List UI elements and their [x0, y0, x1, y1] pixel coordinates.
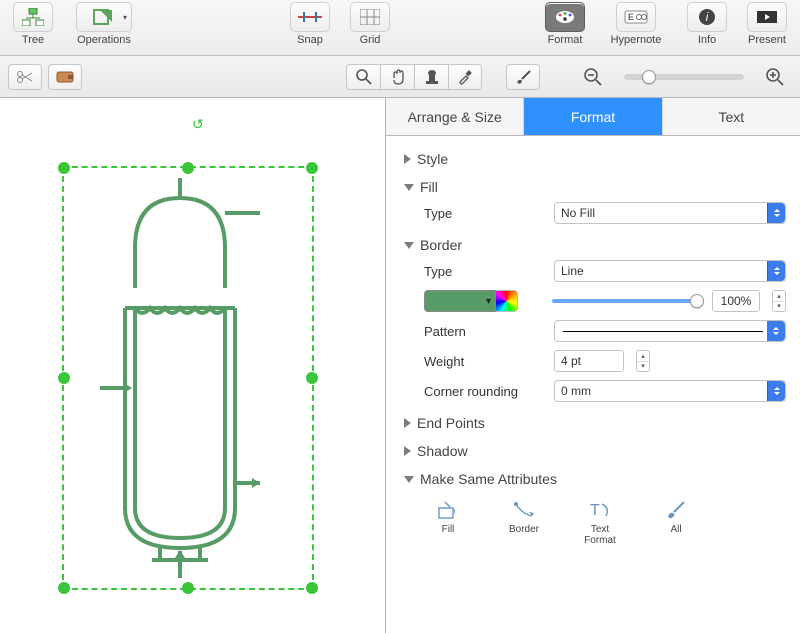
format-toolbar-label: Format	[548, 34, 583, 46]
weight-label: Weight	[424, 354, 544, 369]
pen-icon	[510, 498, 538, 522]
zoom-in-button[interactable]	[758, 64, 792, 90]
border-type-label: Type	[424, 264, 544, 279]
tool-row	[0, 56, 800, 98]
selection-handle[interactable]	[306, 372, 318, 384]
grid-button[interactable]: Grid	[345, 2, 395, 46]
tree-label: Tree	[22, 34, 44, 46]
section-shadow[interactable]: Shadow	[404, 440, 786, 462]
section-endpoints[interactable]: End Points	[404, 412, 786, 434]
info-label: Info	[698, 34, 716, 46]
triangle-right-icon	[404, 446, 411, 456]
pattern-dropdown[interactable]	[554, 320, 786, 342]
present-button[interactable]: Present	[742, 2, 792, 46]
info-button[interactable]: i Info	[682, 2, 732, 46]
border-opacity-slider[interactable]	[552, 299, 702, 303]
make-same-border[interactable]: Border	[500, 498, 548, 546]
fill-type-dropdown[interactable]: No Fill	[554, 202, 786, 224]
section-fill[interactable]: Fill	[404, 176, 786, 198]
operations-label: Operations	[77, 34, 131, 46]
triangle-down-icon	[404, 184, 414, 191]
operations-button[interactable]: ▾ Operations	[68, 2, 140, 46]
svg-text:i: i	[706, 10, 709, 24]
vessel-shape[interactable]	[100, 178, 260, 578]
selection-handle[interactable]	[58, 582, 70, 594]
zoom-out-button[interactable]	[576, 64, 610, 90]
selection-handle[interactable]	[182, 162, 194, 174]
tab-format[interactable]: Format	[524, 98, 662, 135]
tab-text[interactable]: Text	[663, 98, 800, 135]
format-toolbar-button[interactable]: Format	[540, 2, 590, 46]
grid-label: Grid	[360, 34, 381, 46]
selection-handle[interactable]	[306, 162, 318, 174]
hypernote-label: Hypernote	[611, 34, 662, 46]
section-border[interactable]: Border	[404, 234, 786, 256]
zoom-slider[interactable]	[624, 74, 744, 80]
triangle-right-icon	[404, 154, 411, 164]
canvas-tools	[346, 64, 482, 90]
border-color-picker[interactable]: ▾	[424, 290, 518, 312]
svg-text:E: E	[628, 12, 634, 22]
pattern-label: Pattern	[424, 324, 544, 339]
stamp-tool[interactable]	[414, 64, 448, 90]
rotate-handle-icon[interactable]: ↺	[192, 116, 204, 133]
weight-input[interactable]: 4 pt	[554, 350, 624, 372]
svg-text:T: T	[590, 502, 600, 519]
corner-label: Corner rounding	[424, 384, 544, 399]
inspector-panel: Arrange & Size Format Text Style Fill Ty…	[386, 98, 800, 633]
selection-handle[interactable]	[306, 582, 318, 594]
triangle-down-icon	[404, 476, 414, 483]
tree-button[interactable]: Tree	[8, 2, 58, 46]
snap-button[interactable]: Snap	[285, 2, 335, 46]
brush-tool[interactable]	[506, 64, 540, 90]
magnify-tool[interactable]	[346, 64, 380, 90]
present-label: Present	[748, 34, 786, 46]
make-same-fill[interactable]: Fill	[424, 498, 472, 546]
triangle-right-icon	[404, 418, 411, 428]
make-same-text-format[interactable]: T Text Format	[576, 498, 624, 546]
fill-bucket-icon	[434, 498, 462, 522]
text-format-icon: T	[586, 498, 614, 522]
hypernote-button[interactable]: E Hypernote	[600, 2, 672, 46]
main-toolbar: Tree ▾ Operations Snap Grid Format E Hyp…	[0, 0, 800, 56]
corner-dropdown[interactable]: 0 mm	[554, 380, 786, 402]
selection-handle[interactable]	[58, 162, 70, 174]
tab-arrange-size[interactable]: Arrange & Size	[386, 98, 524, 135]
triangle-down-icon	[404, 242, 414, 249]
border-type-dropdown[interactable]: Line	[554, 260, 786, 282]
weight-stepper[interactable]: ▴▾	[636, 350, 650, 372]
selection-handle[interactable]	[182, 582, 194, 594]
border-opacity-value[interactable]: 100%	[712, 290, 760, 312]
eyedropper-tool[interactable]	[448, 64, 482, 90]
hand-tool[interactable]	[380, 64, 414, 90]
section-style[interactable]: Style	[404, 148, 786, 170]
section-make-same[interactable]: Make Same Attributes	[404, 468, 786, 490]
opacity-stepper[interactable]: ▴▾	[772, 290, 786, 312]
color-wheel-icon[interactable]	[496, 290, 518, 312]
selection-handle[interactable]	[58, 372, 70, 384]
scissors-button[interactable]	[8, 64, 42, 90]
brush-icon	[662, 498, 690, 522]
canvas[interactable]: ↺	[0, 98, 386, 633]
make-same-all[interactable]: All	[652, 498, 700, 546]
wallet-button[interactable]	[48, 64, 82, 90]
fill-type-label: Type	[424, 206, 544, 221]
snap-label: Snap	[297, 34, 323, 46]
